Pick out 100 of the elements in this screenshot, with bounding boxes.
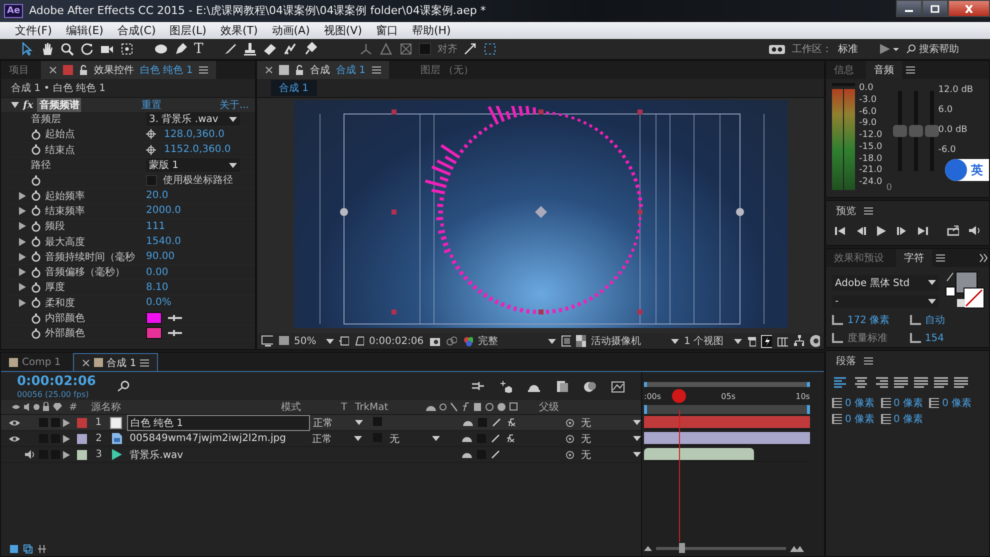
crosshair-icon[interactable] bbox=[146, 144, 156, 155]
zoom-in-icon[interactable] bbox=[790, 544, 804, 552]
column-header[interactable]: 源名称 bbox=[81, 400, 281, 414]
fader-thumb[interactable] bbox=[925, 125, 940, 138]
indent-value[interactable]: 0 像素 bbox=[845, 396, 875, 410]
fit-icon[interactable] bbox=[339, 335, 350, 348]
leading-value[interactable]: 自动 bbox=[924, 313, 983, 328]
align-icon[interactable] bbox=[894, 377, 908, 388]
color-channels-icon[interactable] bbox=[462, 335, 474, 348]
pick-whip-icon[interactable] bbox=[565, 434, 576, 444]
panel-tab[interactable]: 效果和预设 bbox=[826, 249, 892, 268]
align-icon[interactable] bbox=[954, 377, 968, 388]
search-help-field[interactable]: 搜索帮助 bbox=[906, 44, 984, 55]
fx-badge[interactable]: fx bbox=[23, 100, 34, 111]
effect-icon[interactable] bbox=[506, 418, 516, 428]
align-icon[interactable] bbox=[934, 377, 948, 388]
expand-arrow-icon[interactable] bbox=[19, 283, 26, 292]
align-icon[interactable] bbox=[874, 377, 888, 388]
panel-tab[interactable]: 信息 bbox=[826, 61, 862, 80]
panel-tab[interactable]: 项目 bbox=[1, 61, 37, 80]
menu-item[interactable]: 图层(L) bbox=[162, 22, 214, 38]
layer-icon[interactable] bbox=[23, 544, 33, 554]
first-frame-icon[interactable] bbox=[834, 226, 846, 236]
stopwatch-icon[interactable] bbox=[31, 128, 41, 140]
menu-item[interactable]: 窗口 bbox=[368, 22, 405, 38]
close-icon[interactable] bbox=[49, 66, 57, 74]
number-value[interactable]: 0.00 bbox=[146, 266, 168, 278]
pointer-icon[interactable] bbox=[20, 42, 34, 56]
stopwatch-icon[interactable] bbox=[31, 220, 41, 232]
layer-name[interactable]: 背景乐.wav bbox=[128, 448, 309, 462]
menu-item[interactable]: 编辑(E) bbox=[58, 22, 110, 38]
about-link[interactable]: 关于... bbox=[219, 98, 249, 112]
camera-icon[interactable] bbox=[428, 335, 440, 348]
panel-tab[interactable]: 音频 bbox=[866, 61, 902, 80]
lock-icon[interactable] bbox=[295, 65, 304, 76]
stopwatch-icon[interactable] bbox=[31, 297, 41, 308]
pick-whip-icon[interactable] bbox=[565, 418, 576, 428]
layer-name[interactable]: 白色 纯色 1 bbox=[127, 414, 310, 431]
eyedropper-icon[interactable] bbox=[168, 314, 182, 322]
expand-arrow-icon[interactable] bbox=[19, 192, 26, 200]
graph-editor-icon[interactable] bbox=[611, 380, 625, 393]
menu-icon[interactable] bbox=[906, 66, 915, 74]
panel-tab[interactable]: 效果控件 白色 纯色 1 bbox=[41, 61, 216, 80]
bracket-icon[interactable] bbox=[37, 544, 47, 554]
layer-row[interactable]: 3 背景乐.wav 无 bbox=[1, 447, 641, 464]
brush-icon[interactable] bbox=[223, 42, 238, 56]
stopwatch-icon[interactable] bbox=[31, 190, 41, 202]
align-icon[interactable] bbox=[854, 377, 868, 388]
eraser-icon[interactable] bbox=[263, 42, 278, 56]
stopwatch-icon[interactable] bbox=[31, 282, 41, 293]
motion-blur-icon[interactable] bbox=[583, 380, 597, 393]
frame-blending-icon[interactable] bbox=[555, 380, 569, 393]
grid-icon[interactable] bbox=[777, 335, 788, 348]
snap-arrow-icon[interactable] bbox=[463, 42, 478, 56]
dropdown[interactable]: 蒙版 1 bbox=[146, 158, 240, 172]
tracking-value[interactable]: 154 bbox=[924, 332, 983, 344]
number-value[interactable]: 111 bbox=[146, 220, 166, 232]
close-icon[interactable] bbox=[82, 358, 90, 367]
stopwatch-icon[interactable] bbox=[31, 312, 41, 324]
number-value[interactable]: 20.0 bbox=[146, 190, 168, 202]
zoom-menu[interactable]: 50% bbox=[294, 336, 334, 347]
search-icon[interactable] bbox=[117, 380, 131, 392]
view-layout-menu[interactable]: 1 个视图 bbox=[684, 334, 742, 348]
menu-item[interactable]: 文件(F) bbox=[8, 22, 59, 38]
flowchart-icon[interactable] bbox=[792, 335, 804, 348]
font-size-value[interactable]: 172 像素 bbox=[847, 313, 906, 328]
point-value[interactable]: 128.0,360.0 bbox=[164, 128, 224, 140]
color-swatch[interactable] bbox=[146, 327, 162, 340]
zoom-thumb[interactable] bbox=[679, 542, 685, 553]
menu-icon[interactable] bbox=[864, 207, 873, 216]
current-time[interactable]: 0:00:02:06 bbox=[17, 374, 107, 390]
expand-arrow-icon[interactable] bbox=[19, 298, 26, 307]
screen-icon[interactable] bbox=[278, 335, 290, 348]
menu-icon[interactable] bbox=[864, 357, 873, 366]
region-icon[interactable] bbox=[561, 335, 572, 348]
shy-icon[interactable] bbox=[462, 450, 472, 460]
link-icon[interactable] bbox=[445, 335, 457, 348]
aperture-icon[interactable] bbox=[808, 334, 820, 348]
menu-icon[interactable] bbox=[936, 254, 945, 262]
close-icon[interactable] bbox=[265, 66, 273, 74]
monitor-icon[interactable] bbox=[261, 335, 273, 348]
resolution-menu[interactable]: 完整 bbox=[478, 334, 556, 348]
align-icon[interactable] bbox=[914, 377, 928, 388]
effect-icon[interactable] bbox=[505, 434, 516, 444]
number-value[interactable]: 90.00 bbox=[146, 251, 175, 262]
reset-link[interactable]: 重置 bbox=[141, 98, 162, 112]
last-frame-icon[interactable] bbox=[916, 226, 929, 236]
axis-icon[interactable] bbox=[359, 42, 374, 56]
mask-icon[interactable] bbox=[354, 335, 364, 348]
maximize-button[interactable] bbox=[922, 0, 948, 17]
menu-item[interactable]: 效果(T) bbox=[213, 22, 265, 38]
snap-checkbox[interactable] bbox=[419, 43, 432, 56]
menu-item[interactable]: 动画(A) bbox=[264, 22, 317, 38]
eye-icon[interactable] bbox=[9, 434, 20, 443]
type-tool[interactable]: T bbox=[194, 41, 204, 58]
panel-tab[interactable]: 合成 合成 1 bbox=[257, 61, 389, 80]
speaker-icon[interactable] bbox=[24, 450, 35, 460]
speaker-icon[interactable] bbox=[968, 225, 981, 236]
panel-tab[interactable]: 字符 bbox=[896, 249, 932, 268]
expand-arrow-icon[interactable] bbox=[19, 222, 26, 230]
